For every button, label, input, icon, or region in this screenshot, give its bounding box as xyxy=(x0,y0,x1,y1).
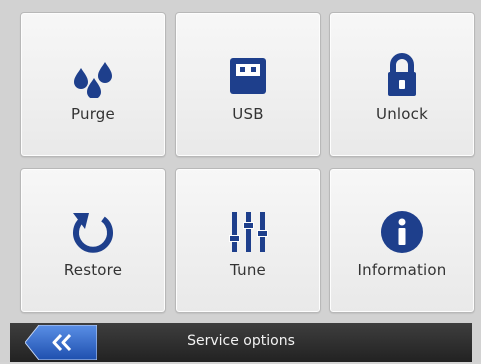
information-label: Information xyxy=(357,261,447,279)
tune-label: Tune xyxy=(230,261,266,279)
bottom-bar: Service options xyxy=(10,323,472,362)
usb-label: USB xyxy=(232,105,264,123)
water-drops-icon xyxy=(68,51,118,101)
service-options-grid: Purge USB Unlock Restore Tune Informatio… xyxy=(20,12,477,315)
unlock-button[interactable]: Unlock xyxy=(329,12,475,157)
info-icon xyxy=(377,207,427,257)
tune-button[interactable]: Tune xyxy=(175,168,321,313)
restore-button[interactable]: Restore xyxy=(20,168,166,313)
restore-icon xyxy=(68,207,118,257)
information-button[interactable]: Information xyxy=(329,168,475,313)
service-options-screen: Purge USB Unlock Restore Tune Informatio… xyxy=(0,0,481,362)
screen-title: Service options xyxy=(187,333,295,349)
usb-icon xyxy=(223,51,273,101)
unlock-label: Unlock xyxy=(376,105,428,123)
sliders-icon xyxy=(223,207,273,257)
lock-icon xyxy=(377,51,427,101)
purge-button[interactable]: Purge xyxy=(20,12,166,157)
restore-label: Restore xyxy=(63,261,123,279)
usb-button[interactable]: USB xyxy=(175,12,321,157)
purge-label: Purge xyxy=(71,105,115,123)
